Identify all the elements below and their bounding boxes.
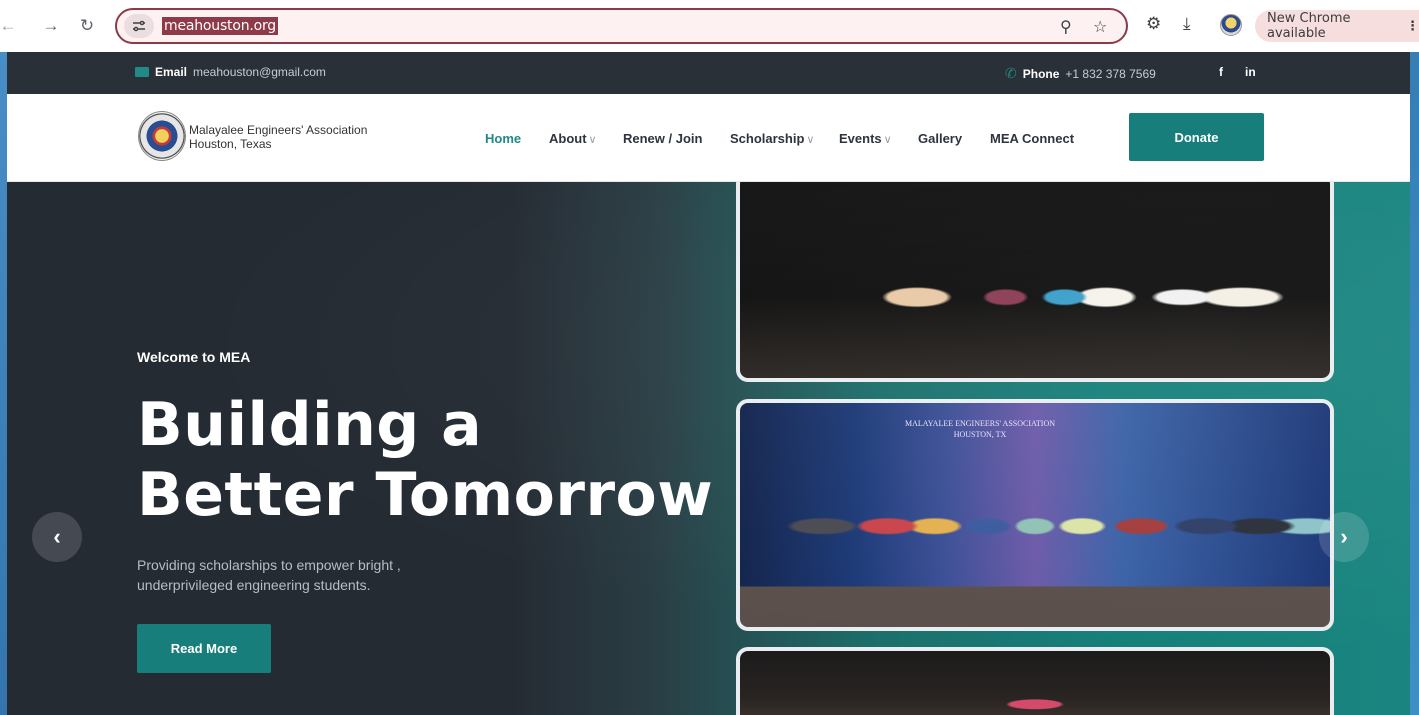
contact-bar: Email meahouston@gmail.com ✆ Phone +1 83… <box>7 52 1410 94</box>
back-icon[interactable]: ← <box>0 13 17 39</box>
headline-line-1: Building a <box>137 390 483 460</box>
event-photo-performance <box>736 647 1334 715</box>
hero-kicker: Welcome to MEA <box>137 349 251 365</box>
site-header: Malayalee Engineers' Association Houston… <box>7 94 1410 182</box>
phone-value[interactable]: +1 832 378 7569 <box>1065 67 1155 81</box>
chevron-down-icon: ∨ <box>883 134 892 146</box>
nav-mea-connect[interactable]: MEA Connect <box>990 131 1074 146</box>
mail-icon <box>135 67 149 77</box>
nav-events-label: Events <box>839 131 882 146</box>
nav-renew-join[interactable]: Renew / Join <box>623 131 702 146</box>
chevron-down-icon: ∨ <box>806 134 815 146</box>
donate-button[interactable]: Donate <box>1129 113 1264 161</box>
web-page: Email meahouston@gmail.com ✆ Phone +1 83… <box>7 52 1410 715</box>
nav-about[interactable]: About ∨ <box>549 131 597 146</box>
event-photo-group-stage: MALAYALEE ENGINEERS' ASSOCIATION HOUSTON… <box>736 399 1334 631</box>
slider-next-icon[interactable]: › <box>1319 512 1369 562</box>
headline-line-2: Better Tomorrow <box>137 460 714 530</box>
banner-line-1: MALAYALEE ENGINEERS' ASSOCIATION <box>904 419 1056 428</box>
nav-events[interactable]: Events ∨ <box>839 131 892 146</box>
email-value[interactable]: meahouston@gmail.com <box>193 65 326 79</box>
url-text[interactable]: meahouston.org <box>162 17 278 35</box>
nav-scholarship[interactable]: Scholarship ∨ <box>730 131 814 146</box>
profile-avatar[interactable] <box>1220 14 1242 36</box>
bookmark-star-icon[interactable]: ☆ <box>1093 17 1107 37</box>
nav-home[interactable]: Home <box>485 131 521 146</box>
read-more-button[interactable]: Read More <box>137 624 271 673</box>
forward-icon[interactable]: → <box>38 13 64 39</box>
download-icon[interactable]: ⤓ <box>1183 14 1191 34</box>
update-label: New Chrome available <box>1267 11 1351 41</box>
browser-toolbar: ← → ↻ meahouston.org ⚲ ☆ ⚙ ⤓ New Chrome … <box>0 0 1419 52</box>
chrome-update-button[interactable]: New Chrome available ⋮ <box>1255 10 1419 42</box>
reload-icon[interactable]: ↻ <box>74 13 100 39</box>
nav-gallery[interactable]: Gallery <box>918 131 962 146</box>
phone-icon: ✆ <box>1005 65 1017 81</box>
mea-logo[interactable] <box>138 111 186 161</box>
stage-banner: MALAYALEE ENGINEERS' ASSOCIATION HOUSTON… <box>890 418 1070 440</box>
facebook-icon[interactable]: f <box>1219 65 1223 79</box>
email-label: Email <box>155 65 188 79</box>
brand-name[interactable]: Malayalee Engineers' Association Houston… <box>189 123 367 151</box>
banner-line-2: HOUSTON, TX <box>953 430 1007 439</box>
phone-label: Phone <box>1022 66 1060 81</box>
chevron-down-icon: ∨ <box>588 134 597 146</box>
extensions-icon[interactable]: ⚙ <box>1146 14 1161 34</box>
site-settings-icon[interactable] <box>124 14 154 38</box>
hero-slider: Welcome to MEA Building a Better Tomorro… <box>7 182 1410 715</box>
slider-prev-icon[interactable]: ‹ <box>32 512 82 562</box>
email-contact[interactable]: Email meahouston@gmail.com <box>135 65 326 79</box>
address-bar[interactable]: meahouston.org ⚲ ☆ <box>115 8 1128 44</box>
menu-dots-icon[interactable]: ⋮ <box>1406 19 1419 34</box>
nav-scholarship-label: Scholarship <box>730 131 805 146</box>
brand-line-2: Houston, Texas <box>189 137 272 151</box>
zoom-icon[interactable]: ⚲ <box>1060 17 1072 37</box>
brand-line-1: Malayalee Engineers' Association <box>189 123 368 137</box>
event-photo-award-ceremony <box>736 182 1334 382</box>
nav-about-label: About <box>549 131 587 146</box>
linkedin-icon[interactable]: in <box>1245 65 1256 79</box>
hero-subtitle: Providing scholarships to empower bright… <box>137 557 401 593</box>
hero-headline: Building a Better Tomorrow <box>137 390 737 530</box>
phone-contact[interactable]: ✆ Phone +1 832 378 7569 <box>1005 65 1156 82</box>
